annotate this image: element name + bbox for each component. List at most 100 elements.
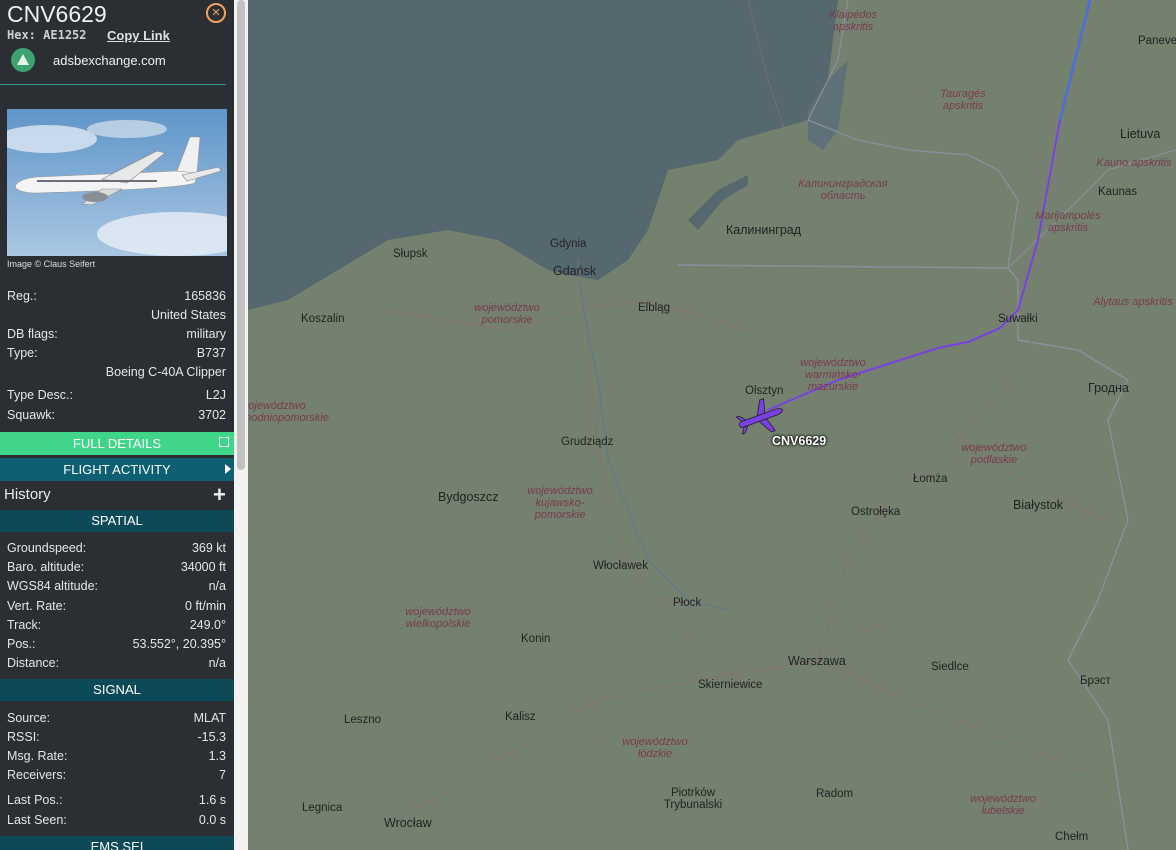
spatial-key: Baro. altitude: [7, 560, 85, 574]
map-city-plock: Płock [673, 597, 702, 609]
callsign-title: CNV6629 [7, 1, 107, 27]
aircraft-info-panel: CNV6629 × Hex: AE1252 Copy Link adsbexch… [0, 0, 234, 850]
map-city-olsztyn: Olsztyn [745, 385, 784, 397]
signal-value: 1.3 [208, 749, 226, 763]
map-region-lodzkie: województwo łódzkie [622, 736, 688, 760]
signal-key: Source: [7, 711, 51, 725]
map-city-leszno: Leszno [344, 714, 382, 726]
map-region-kauno: Kauno apskritis [1096, 157, 1172, 169]
map-region-warminsko: województwo warmińsko-mazurskie [800, 357, 866, 393]
detail-value: United States [150, 308, 226, 322]
external-link-icon [219, 437, 229, 447]
map-city-piotrkow: Piotrków Trybunalski [663, 787, 723, 811]
map-city-wloclawek: Włocławek [593, 560, 648, 572]
divider [0, 84, 226, 85]
signal-value: 0.0 s [198, 813, 226, 827]
map-city-konin: Konin [521, 633, 551, 645]
map-city-brest: Брэст [1080, 675, 1111, 687]
chevron-right-icon [225, 464, 231, 474]
map-region-kujawsko: województwo kujawsko-pomorskie [527, 485, 593, 521]
map-city-grodno: Гродна [1088, 381, 1129, 395]
map-city-lomza: Łomża [913, 473, 948, 485]
map-city-suwalki: Suwałki [998, 313, 1038, 325]
detail-key: Reg.: [7, 289, 37, 303]
signal-key: Last Seen: [7, 813, 67, 827]
map-city-gdynia: Gdynia [550, 238, 587, 250]
signal-section-header[interactable]: SIGNAL [0, 679, 234, 701]
map-view[interactable]: Gdynia Gdańsk Słupsk Koszalin Elbląg Кал… [248, 0, 1176, 850]
hex-row: Hex: AE1252 [7, 28, 87, 42]
history-heading: History [4, 486, 51, 503]
map-city-legnica: Legnica [302, 802, 343, 814]
spatial-section-header[interactable]: SPATIAL [0, 510, 234, 532]
map-region-taurage: Tauragės apskritis [940, 88, 986, 112]
map-city-grudziadz: Grudziądz [561, 436, 614, 448]
aircraft-photo[interactable] [7, 109, 227, 256]
map-city-chelm: Chełm [1055, 831, 1089, 843]
signal-key: RSSI: [7, 730, 40, 744]
map-city-kaunas: Kaunas [1098, 186, 1138, 198]
detail-value: Boeing C-40A Clipper [105, 365, 226, 379]
detail-key: Squawk: [7, 408, 55, 422]
flight-activity-button[interactable]: FLIGHT ACTIVITY [0, 458, 234, 481]
map-city-wroclaw: Wrocław [384, 816, 432, 830]
spatial-value: 249.0° [189, 618, 226, 632]
map-city-warszawa: Warszawa [788, 654, 846, 668]
close-icon[interactable]: × [206, 3, 226, 23]
map-city-gdansk: Gdańsk [553, 264, 597, 278]
signal-key: Receivers: [7, 768, 67, 782]
map-city-skierniewice: Skierniewice [698, 679, 763, 691]
detail-value: L2J [205, 388, 226, 402]
map-city-kaliningrad: Калининград [726, 223, 802, 237]
map-region-lubelskie: województwo lubelskie [970, 793, 1036, 817]
map-city-radom: Radom [816, 788, 854, 800]
spatial-key: Pos.: [7, 637, 36, 651]
map-city-slupsk: Słupsk [393, 248, 428, 260]
map-city-elblag: Elbląg [638, 302, 670, 314]
signal-key: Last Pos.: [7, 793, 63, 807]
map-city-panev: Paneve [1138, 35, 1176, 47]
hex-value: AE1252 [43, 28, 87, 42]
spatial-value: n/a [208, 656, 226, 670]
map-region-alytus: Alytaus apskritis [1093, 296, 1173, 308]
spatial-key: Track: [7, 618, 42, 632]
detail-value: 3702 [198, 408, 226, 422]
spatial-value: 34000 ft [180, 560, 226, 574]
map-city-bydgoszcz: Bydgoszcz [438, 490, 499, 504]
adsbexchange-logo-icon [11, 48, 35, 72]
map-region-kaliningrad: Калининградская область [798, 178, 888, 202]
ems-section-header[interactable]: EMS SEI [0, 836, 234, 850]
spatial-key: Vert. Rate: [7, 599, 67, 613]
detail-value: military [186, 327, 226, 341]
source-site-link[interactable]: adsbexchange.com [53, 53, 166, 68]
map-city-siedlce: Siedlce [931, 661, 969, 673]
spatial-key: Distance: [7, 656, 60, 670]
spatial-key: Groundspeed: [7, 541, 87, 555]
map-region-marijampole: Marijampolės apskritis [1035, 210, 1101, 234]
spatial-value: 0 ft/min [185, 599, 226, 613]
map-region-klaipeda: Klaipėdos apskritis [828, 9, 878, 33]
map-background [248, 0, 1176, 850]
aircraft-callsign-label[interactable]: CNV6629 [772, 434, 826, 448]
map-city-lietuva: Lietuva [1120, 127, 1161, 141]
signal-value: MLAT [193, 711, 226, 725]
signal-value: -15.3 [197, 730, 227, 744]
map-region-wielkopolskie: województwo wielkopolskie [405, 606, 471, 630]
add-icon[interactable]: + [213, 484, 226, 506]
map-region-podlaskie: województwo podlaskie [961, 442, 1027, 466]
map-region-zachodnio: województwo zachodniopomorskie [248, 400, 329, 424]
spatial-value: 53.552°, 20.395° [132, 637, 226, 651]
detail-key: Type: [7, 346, 38, 360]
full-details-button[interactable]: FULL DETAILS [0, 432, 234, 455]
copy-link[interactable]: Copy Link [107, 28, 170, 43]
hex-label: Hex: [7, 28, 36, 42]
signal-value: 7 [219, 768, 226, 782]
map-city-koszalin: Koszalin [301, 313, 345, 325]
signal-value: 1.6 s [198, 793, 226, 807]
scrollbar-thumb[interactable] [237, 0, 245, 470]
map-city-bialystok: Białystok [1013, 498, 1064, 512]
detail-value: B737 [196, 346, 226, 360]
spatial-value: n/a [208, 579, 226, 593]
detail-key: Type Desc.: [7, 388, 73, 402]
map-region-pomorskie: województwo pomorskie [474, 302, 540, 326]
